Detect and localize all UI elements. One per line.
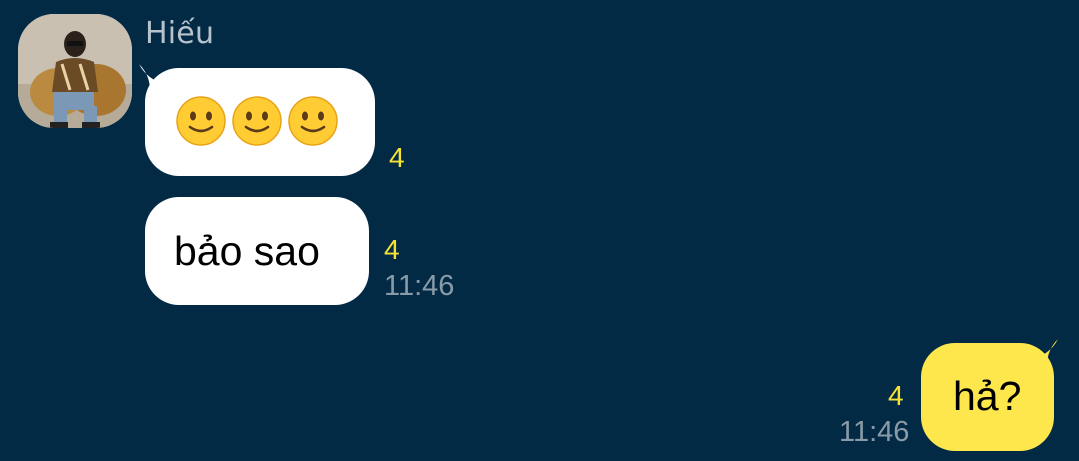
incoming-message-bubble[interactable]: bảo sao xyxy=(145,197,369,305)
message-text: hả? xyxy=(953,373,1022,419)
bubble-tail xyxy=(1028,339,1058,373)
incoming-message-bubble[interactable] xyxy=(139,64,375,176)
message-timestamp: 11:46 xyxy=(839,416,910,448)
sender-avatar[interactable] xyxy=(18,14,132,128)
bubble-tail xyxy=(139,64,169,98)
slightly-smiling-face-icon xyxy=(232,96,282,146)
sender-name: Hiếu xyxy=(145,16,215,51)
read-count: 4 xyxy=(389,142,405,173)
emoji-message xyxy=(175,95,339,147)
message-text: bảo sao xyxy=(174,228,320,274)
slightly-smiling-face-icon xyxy=(176,96,226,146)
read-count: 4 xyxy=(888,380,904,411)
message-timestamp: 11:46 xyxy=(384,270,455,302)
avatar-photo xyxy=(18,14,132,128)
outgoing-message-bubble[interactable]: hả? xyxy=(921,339,1058,451)
read-count: 4 xyxy=(384,234,400,265)
slightly-smiling-face-icon xyxy=(288,96,338,146)
